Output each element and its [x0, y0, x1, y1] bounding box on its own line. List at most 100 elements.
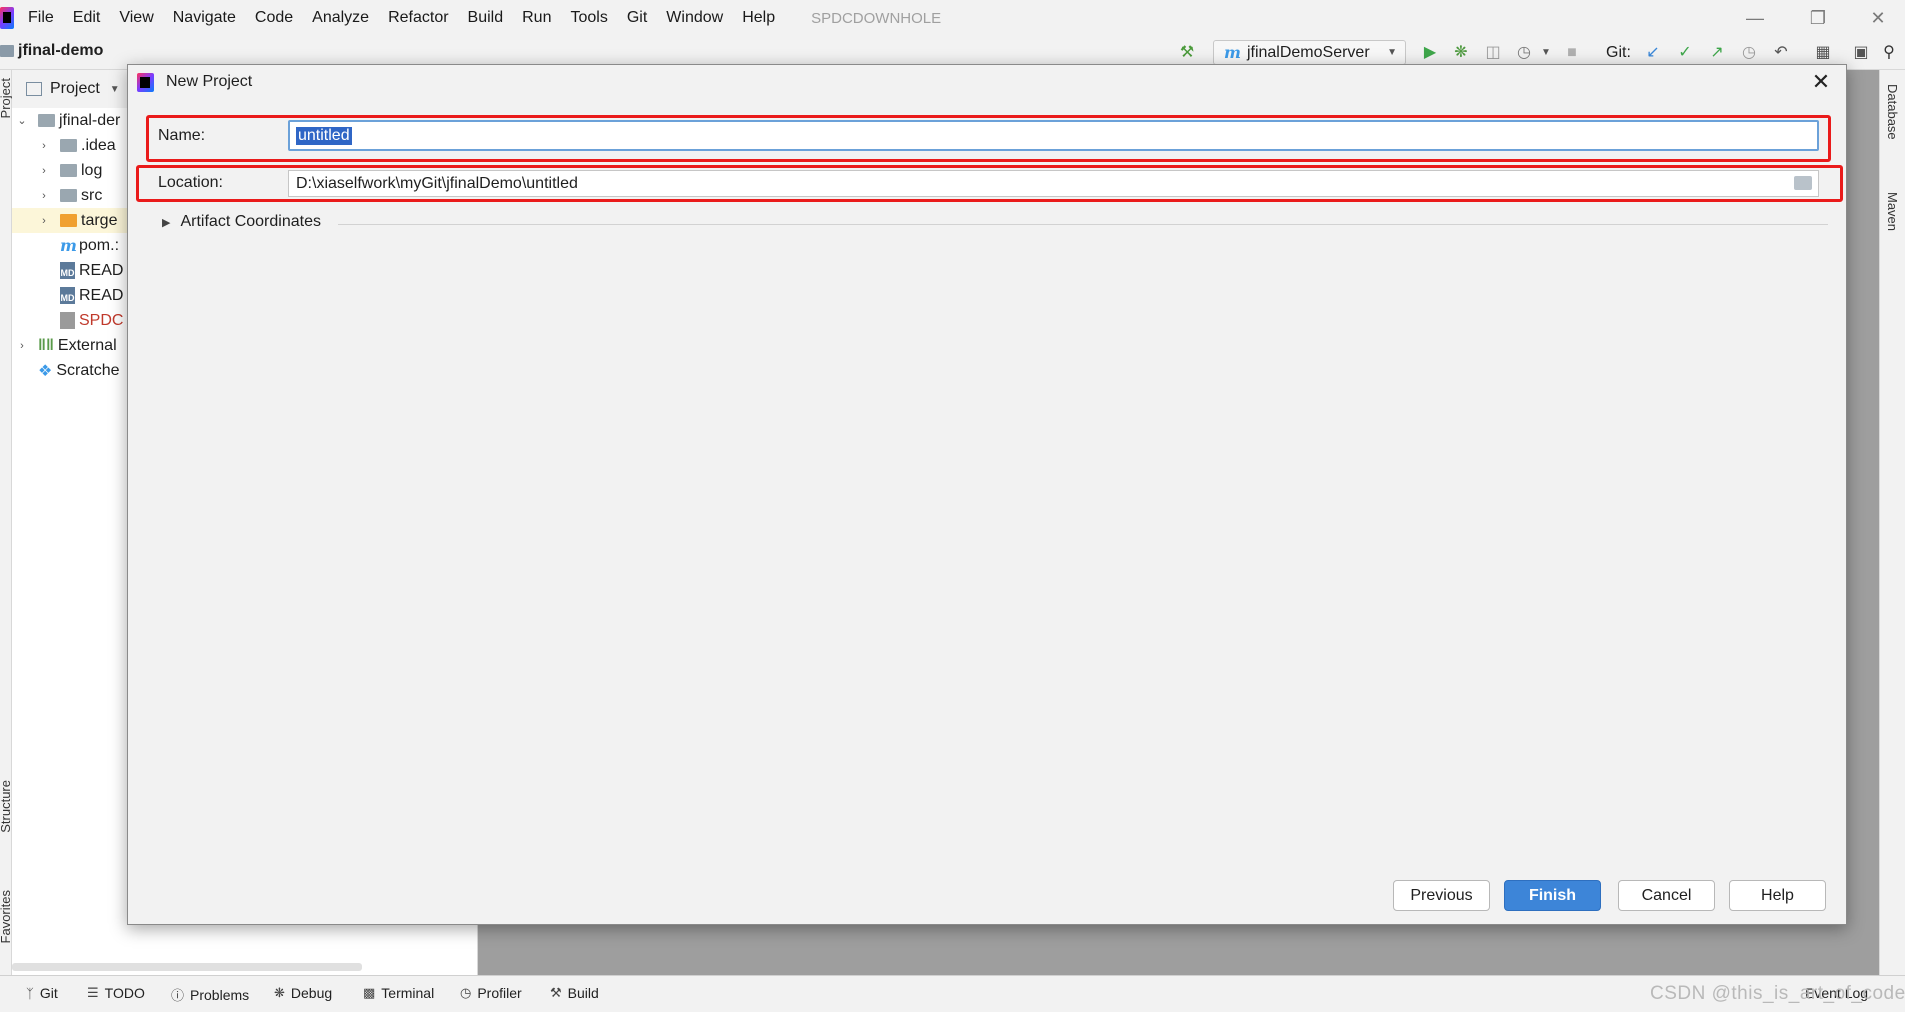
menu-window[interactable]: Window — [666, 9, 723, 27]
tab-git[interactable]: ᛉ Git — [26, 985, 58, 1001]
close-window-icon[interactable]: ✕ — [1866, 6, 1890, 30]
search-icon[interactable]: ⚲ — [1879, 43, 1899, 63]
name-input[interactable]: untitled — [288, 120, 1819, 151]
dialog-title-bar[interactable]: New Project ✕ — [128, 65, 1846, 101]
chevron-down-icon[interactable]: ▼ — [110, 84, 120, 95]
new-project-dialog: New Project ✕ Name: untitled Location: D… — [127, 64, 1847, 925]
tree-item-label: jfinal-der — [59, 111, 121, 129]
menu-help[interactable]: Help — [742, 9, 775, 27]
minimize-icon[interactable]: — — [1743, 6, 1767, 30]
help-button[interactable]: Help — [1729, 880, 1826, 911]
tree-item-label: READ — [79, 261, 124, 279]
tree-item-pom[interactable]: m pom.: — [50, 233, 119, 258]
name-input-selected-text: untitled — [296, 126, 352, 145]
tab-build[interactable]: ⚒ Build — [550, 985, 599, 1001]
menu-navigate[interactable]: Navigate — [173, 9, 236, 27]
folder-icon — [60, 139, 77, 152]
git-label: Git: — [1606, 44, 1631, 61]
breadcrumb-project[interactable]: jfinal-demo — [18, 42, 103, 60]
markdown-file-icon: MD — [60, 262, 75, 279]
tab-debug[interactable]: ❋ Debug — [274, 985, 332, 1001]
menu-file[interactable]: File — [28, 9, 54, 27]
left-tool-strip: Project Structure Favorites — [0, 70, 13, 975]
tab-label: Terminal — [381, 985, 435, 1001]
git-rollback-icon[interactable]: ↶ — [1771, 43, 1791, 63]
folder-icon — [0, 45, 14, 57]
run-config-selector[interactable]: m jfinalDemoServer ▼ — [1213, 40, 1406, 65]
coverage-icon[interactable]: ◫ — [1483, 43, 1503, 63]
build-hammer-icon[interactable]: ⚒ — [1177, 43, 1197, 63]
database-tool-tab[interactable]: Database — [1885, 84, 1900, 140]
menu-bar: File Edit View Navigate Code Analyze Ref… — [0, 0, 1905, 36]
cancel-button[interactable]: Cancel — [1618, 880, 1715, 911]
tree-item-log[interactable]: › log — [38, 158, 102, 183]
tree-item-module[interactable]: ⌄ jfinal-der — [16, 108, 120, 133]
separator — [338, 224, 1828, 225]
chevron-right-icon[interactable]: › — [38, 190, 50, 202]
libraries-icon: ‖‖ — [38, 336, 54, 354]
git-update-icon[interactable]: ↙ — [1643, 43, 1663, 63]
tab-terminal[interactable]: ▩ Terminal — [363, 985, 434, 1001]
browse-folder-icon[interactable] — [1794, 176, 1812, 190]
previous-button[interactable]: Previous — [1393, 880, 1490, 911]
breadcrumb[interactable]: jfinal-demo — [0, 42, 103, 60]
excluded-folder-icon — [60, 214, 77, 227]
stop-icon[interactable]: ■ — [1562, 43, 1582, 63]
tree-item-label: Scratche — [56, 361, 120, 379]
tab-label: Debug — [290, 985, 333, 1001]
module-folder-icon — [38, 114, 55, 127]
tab-label: Problems — [190, 986, 250, 1003]
chevron-right-icon[interactable]: › — [16, 340, 28, 352]
menu-edit[interactable]: Edit — [73, 9, 101, 27]
tab-profiler[interactable]: ◷ Profiler — [460, 985, 522, 1001]
folder-icon — [60, 189, 77, 202]
artifact-coordinates-toggle[interactable]: ▶ Artifact Coordinates — [162, 213, 321, 231]
chevron-down-icon[interactable]: ⌄ — [16, 114, 28, 127]
restore-icon[interactable]: ❐ — [1806, 6, 1830, 30]
menu-view[interactable]: View — [119, 9, 153, 27]
terminal-icon: ▩ — [363, 985, 376, 1000]
menu-code[interactable]: Code — [255, 9, 293, 27]
menu-build[interactable]: Build — [468, 9, 504, 27]
run-icon[interactable]: ▶ — [1420, 43, 1440, 63]
tree-item-readme-2[interactable]: MD READ — [50, 283, 123, 308]
tab-problems[interactable]: ⓘ Problems — [171, 985, 249, 1004]
menu-run[interactable]: Run — [522, 9, 551, 27]
tree-item-label: log — [81, 161, 103, 179]
menu-analyze[interactable]: Analyze — [312, 9, 369, 27]
tree-item-scratches[interactable]: ❖ Scratche — [28, 358, 119, 383]
chevron-right-icon[interactable]: › — [38, 140, 50, 152]
code-with-me-icon[interactable]: ▣ — [1851, 43, 1871, 63]
menu-refactor[interactable]: Refactor — [388, 9, 448, 27]
project-structure-icon[interactable]: ▦ — [1813, 43, 1833, 63]
tree-item-readme-1[interactable]: MD READ — [50, 258, 123, 283]
close-icon[interactable]: ✕ — [1808, 69, 1834, 95]
finish-button[interactable]: Finish — [1504, 880, 1601, 911]
tree-item-idea[interactable]: › .idea — [38, 133, 116, 158]
location-label: Location: — [158, 174, 223, 191]
git-history-icon[interactable]: ◷ — [1739, 43, 1759, 63]
tab-todo[interactable]: ☰ TODO — [87, 985, 145, 1001]
debug-icon[interactable]: ❋ — [1451, 43, 1471, 63]
markdown-file-icon: MD — [60, 287, 75, 304]
horizontal-scrollbar[interactable] — [12, 963, 362, 971]
git-push-icon[interactable]: ↗ — [1707, 43, 1727, 63]
project-view-selector[interactable]: Project — [50, 80, 100, 98]
profile-dropdown-icon[interactable]: ▼ — [1536, 43, 1556, 63]
artifact-coordinates-label: Artifact Coordinates — [180, 213, 321, 230]
git-commit-icon[interactable]: ✓ — [1675, 43, 1695, 63]
chevron-right-icon[interactable]: › — [38, 165, 50, 177]
tree-item-external-libraries[interactable]: › ‖‖ External — [16, 333, 116, 358]
bottom-tool-bar: ᛉ Git ☰ TODO ⓘ Problems ❋ Debug ▩ Termin… — [0, 975, 1905, 1012]
location-input[interactable]: D:\xiaselfwork\myGit\jfinalDemo\untitled — [288, 170, 1819, 197]
hammer-icon: ⚒ — [550, 985, 562, 1000]
git-branch-icon: ᛉ — [26, 985, 34, 1001]
menu-tools[interactable]: Tools — [570, 9, 607, 27]
profile-icon[interactable]: ◷ — [1514, 43, 1534, 63]
name-label: Name: — [158, 127, 206, 144]
menu-git[interactable]: Git — [627, 9, 647, 27]
chevron-right-icon[interactable]: › — [38, 215, 50, 227]
tree-item-spdc[interactable]: SPDC — [50, 308, 123, 333]
maven-tool-tab[interactable]: Maven — [1885, 192, 1900, 231]
tree-item-src[interactable]: › src — [38, 183, 102, 208]
